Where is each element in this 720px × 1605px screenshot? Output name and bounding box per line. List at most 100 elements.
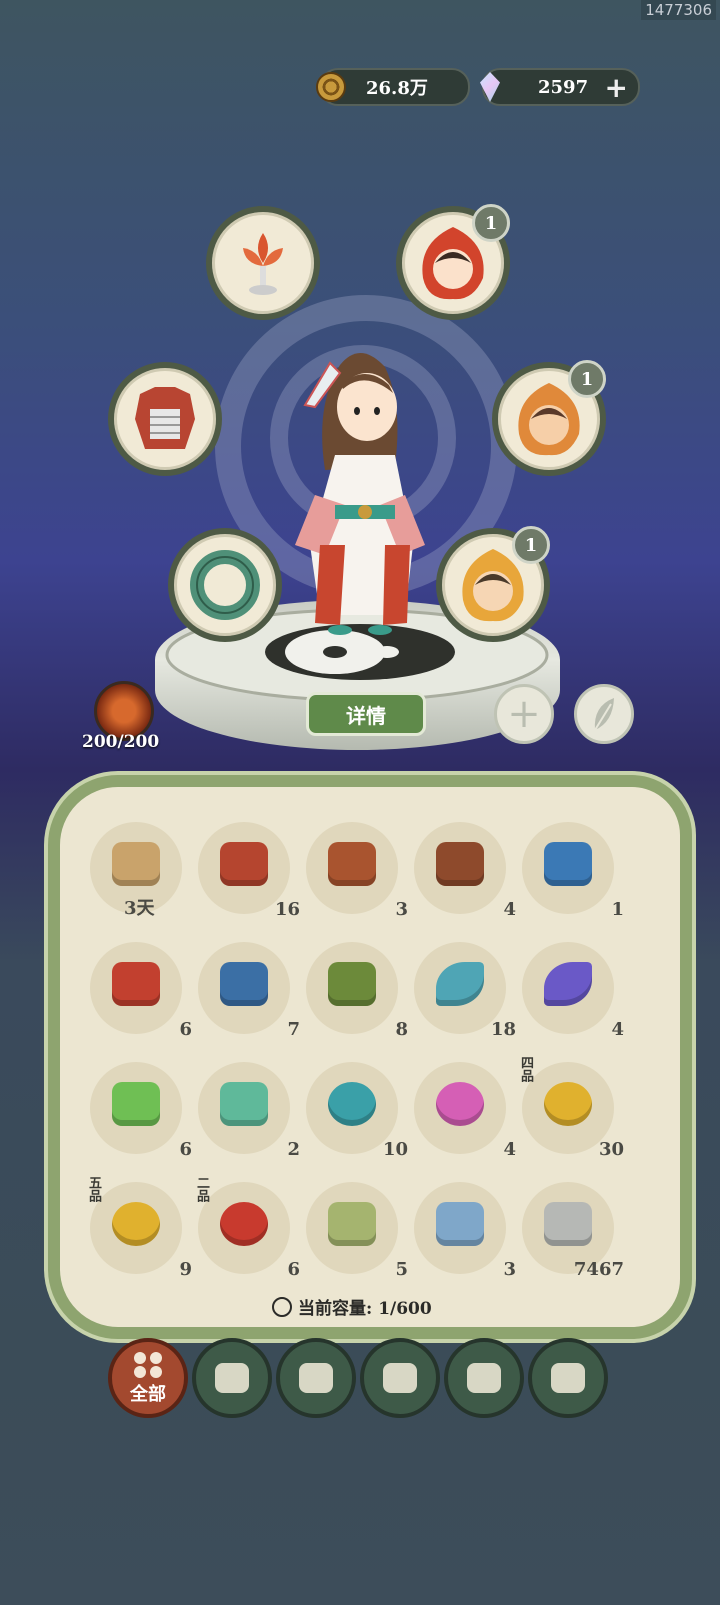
item-count: 9 [179,1259,192,1280]
potion-green-icon [112,1082,160,1126]
item-count: 4 [503,1139,516,1160]
inventory-item[interactable]: 8 [306,942,408,1040]
herb-icon [299,1363,333,1393]
plus-icon: + [507,691,541,737]
item-count: 6 [179,1019,192,1040]
item-count: 30 [598,1139,624,1160]
tab-ore[interactable] [444,1338,524,1418]
wood-icon [215,1363,249,1393]
coin-counter[interactable]: 26.8万 [316,68,470,106]
spirit-teal-icon [328,1082,376,1126]
spirit-pink-icon [436,1082,484,1126]
item-count: 3天 [124,898,155,919]
item-count: 3 [395,899,408,920]
item-count: 10 [382,1139,408,1160]
grid-icon [134,1352,162,1378]
inventory-item[interactable]: 4 [414,1062,516,1160]
inventory-item[interactable]: 6 [90,942,192,1040]
inventory-item[interactable]: 4 [414,822,516,920]
slot-lotus-lamp[interactable] [206,206,320,320]
slot-armor[interactable] [108,362,222,476]
pouch-blue-icon [436,1202,484,1246]
item-count: 3 [503,1259,516,1280]
add-button[interactable]: + [494,684,554,744]
tab-label: 全部 [130,1384,166,1405]
armor-icon [135,387,195,449]
tab-food[interactable] [360,1338,440,1418]
inventory-item[interactable]: 10 [306,1062,408,1160]
slot-jade-bracelet[interactable] [168,528,282,642]
tab-all[interactable]: 全部 [108,1338,188,1418]
notification-badge: 1 [512,526,550,564]
tab-wood[interactable] [192,1338,272,1418]
feather-button[interactable] [574,684,634,744]
ore-icon [467,1363,501,1393]
item-grade: 五品 [86,1176,101,1202]
berry-red-icon [220,1202,268,1246]
item-count: 7467 [573,1259,624,1280]
chest-blue-icon [544,842,592,886]
inventory-item[interactable]: 5 [306,1182,408,1280]
coin-value: 26.8万 [366,78,428,99]
fruit-gold-icon [112,1202,160,1246]
inventory-item[interactable]: 3 [306,822,408,920]
inventory-item[interactable]: 30 四品 [518,1056,624,1160]
box-red-icon [112,962,160,1006]
user-id: 1477306 [641,0,716,20]
character[interactable] [285,345,435,635]
item-count: 4 [503,899,516,920]
inventory-item[interactable]: 6 二品 [194,1176,300,1280]
add-jade-button[interactable]: + [605,71,628,104]
slot-portrait-red[interactable]: 1 [396,204,510,320]
coin-icon [316,72,346,102]
item-count: 5 [395,1259,408,1280]
detail-button[interactable]: 详情 [306,692,426,736]
chest-red-icon [220,842,268,886]
inventory-item[interactable]: 3天 [90,822,182,919]
item-grade: 二品 [194,1176,209,1202]
item-grade: 四品 [518,1056,533,1082]
inventory-item[interactable]: 6 [90,1062,192,1160]
slot-portrait-gold[interactable]: 1 [436,526,550,642]
inventory-item[interactable]: 16 [198,822,300,920]
jade-icon [480,72,500,102]
fish-purple-icon [544,962,592,1006]
item-count: 6 [179,1139,192,1160]
pouch-green-icon [328,1202,376,1246]
item-count: 4 [611,1019,624,1040]
category-tabs: 全部 [108,1338,628,1418]
notification-badge: 1 [568,360,606,398]
jade-counter: 2597 + [480,68,640,106]
lotus-lamp-icon [243,233,283,295]
inventory-item[interactable]: 7 [198,942,300,1040]
inventory-item[interactable]: 4 [522,942,624,1040]
inventory-item[interactable]: 7467 [522,1182,624,1280]
inventory-item[interactable]: 9 五品 [86,1176,192,1280]
box-blue-icon [220,962,268,1006]
box-green-icon [328,962,376,1006]
chest-red-icon [328,842,376,886]
inventory-item[interactable]: 1 [522,822,624,920]
slot-portrait-orange[interactable]: 1 [492,360,606,476]
jade-value: 2597 [538,76,589,98]
food-icon [383,1363,417,1393]
fish-teal-icon [436,962,484,1006]
fruit-gold-icon [544,1082,592,1126]
inventory-item[interactable]: 3 [414,1182,516,1280]
item-count: 2 [287,1139,300,1160]
inventory-item[interactable]: 18 [414,942,516,1040]
item-count: 7 [287,1019,300,1040]
tab-herb[interactable] [276,1338,356,1418]
jade-bracelet-icon [190,550,260,620]
bag-icon [272,1296,292,1317]
stone-icon [544,1202,592,1246]
inventory-item[interactable]: 2 [198,1062,300,1160]
potion-teal-icon [220,1082,268,1126]
feather-icon [594,698,614,731]
item-count: 1 [611,899,624,920]
capacity-label: 当前容量: 1/600 [272,1294,432,1319]
tab-scroll[interactable] [528,1338,608,1418]
item-count: 18 [490,1019,516,1040]
item-count: 8 [395,1019,408,1040]
scroll-icon [112,842,160,886]
